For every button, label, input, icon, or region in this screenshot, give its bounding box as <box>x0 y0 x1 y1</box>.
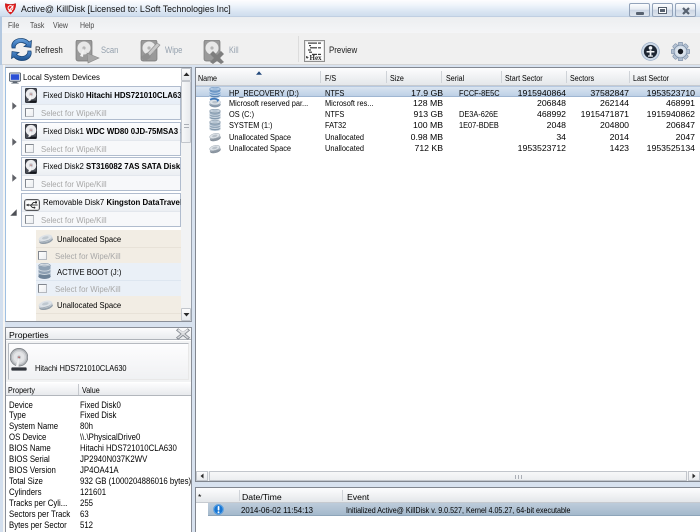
svg-text:Hex: Hex <box>310 54 323 61</box>
